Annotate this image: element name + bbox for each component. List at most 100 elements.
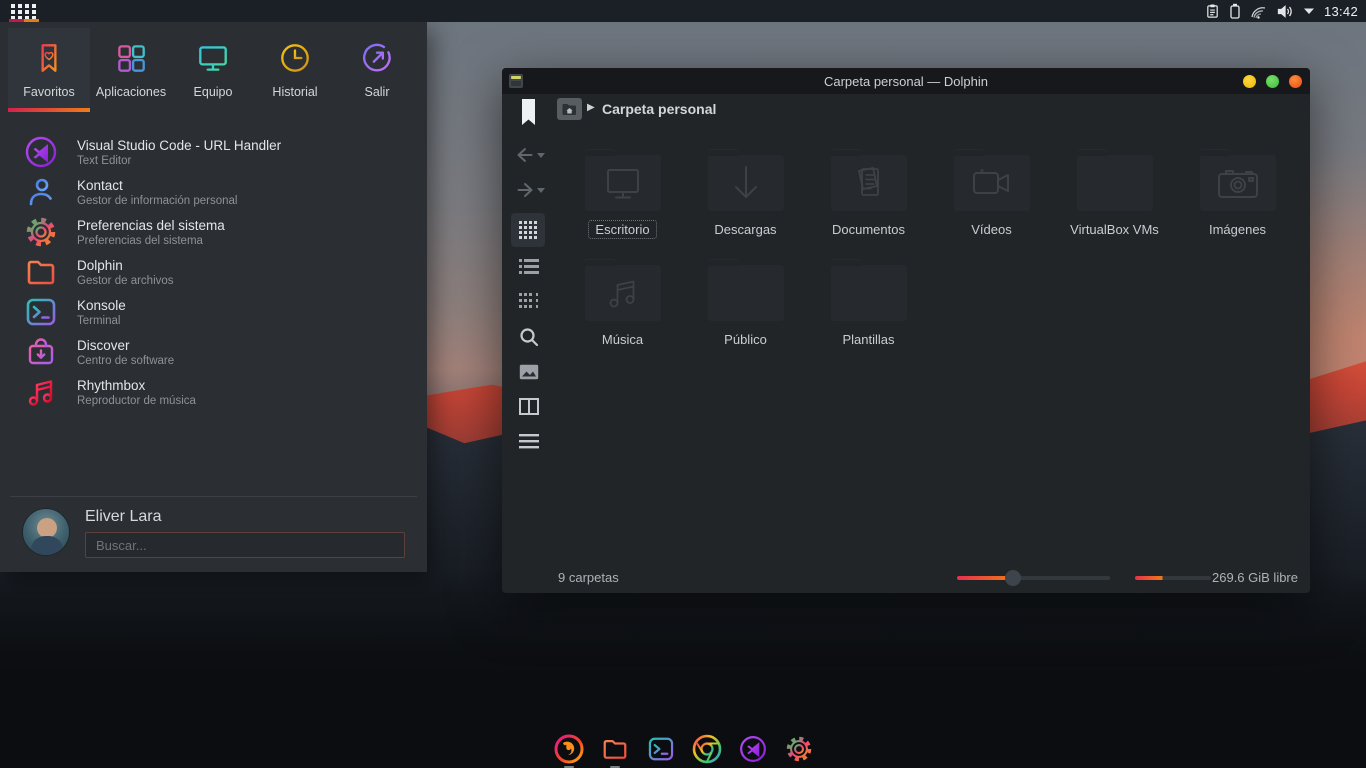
- user-name: Eliver Lara: [85, 508, 405, 526]
- bookmark-heart-icon: [31, 40, 67, 76]
- battery-icon[interactable]: [1229, 3, 1241, 19]
- menu-item-dolphin[interactable]: Dolphin Gestor de archivos: [0, 252, 427, 292]
- dolphin-folder-icon: [600, 734, 630, 764]
- settings-gear-icon: [784, 734, 814, 764]
- maximize-button[interactable]: [1266, 75, 1279, 88]
- camera-glyph-icon: [1216, 166, 1260, 200]
- compact-view-icon: [519, 293, 539, 309]
- forward-button[interactable]: [516, 182, 545, 198]
- search-button[interactable]: [519, 327, 539, 347]
- preview-button[interactable]: [519, 364, 539, 380]
- back-button[interactable]: [516, 147, 545, 163]
- tab-aplicaciones[interactable]: Aplicaciones: [90, 28, 172, 112]
- folder-icon: [1200, 155, 1276, 211]
- folder-videos[interactable]: Vídeos: [930, 148, 1053, 258]
- app-launcher-button[interactable]: [8, 0, 42, 22]
- folder-escritorio[interactable]: Escritorio: [561, 148, 684, 258]
- app-subtitle: Gestor de información personal: [77, 195, 237, 207]
- folder-grid: Escritorio Descargas Doc: [561, 148, 1299, 368]
- document-glyph-icon: [851, 163, 887, 203]
- monitor-icon: [195, 40, 231, 76]
- favorites-list: Visual Studio Code - URL Handler Text Ed…: [0, 112, 427, 412]
- app-subtitle: Preferencias del sistema: [77, 235, 225, 247]
- user-area: Eliver Lara: [0, 508, 427, 558]
- tab-historial[interactable]: Historial: [254, 28, 336, 112]
- menu-item-rhythmbox[interactable]: Rhythmbox Reproductor de música: [0, 372, 427, 412]
- app-title: Visual Studio Code - URL Handler: [77, 138, 281, 153]
- search-input[interactable]: [85, 532, 405, 558]
- menu-item-kontact[interactable]: Kontact Gestor de información personal: [0, 172, 427, 212]
- back-arrow-icon: [516, 147, 534, 163]
- tab-label: Equipo: [194, 85, 233, 99]
- app-subtitle: Terminal: [77, 315, 126, 327]
- dock-item-konsole[interactable]: [646, 734, 676, 764]
- folder-descargas[interactable]: Descargas: [684, 148, 807, 258]
- monitor-glyph-icon: [603, 165, 643, 201]
- folder-count: 9 carpetas: [558, 570, 619, 585]
- home-button[interactable]: [557, 98, 582, 120]
- folder-label: Público: [717, 330, 774, 349]
- tab-label: Historial: [272, 85, 317, 99]
- folder-publico[interactable]: Público: [684, 258, 807, 368]
- folder-icon: [1077, 155, 1153, 211]
- expand-tray-icon[interactable]: [1303, 7, 1315, 15]
- zoom-slider[interactable]: [957, 576, 1110, 580]
- dock-item-settings[interactable]: [784, 734, 814, 764]
- tab-favoritos[interactable]: Favoritos: [8, 28, 90, 112]
- menu-item-preferencias[interactable]: Preferencias del sistema Preferencias de…: [0, 212, 427, 252]
- music-note-icon: [22, 373, 60, 411]
- clipboard-icon[interactable]: [1205, 3, 1220, 19]
- tab-equipo[interactable]: Equipo: [172, 28, 254, 112]
- dock-item-chrome[interactable]: [692, 734, 722, 764]
- icons-view-button[interactable]: [511, 213, 545, 247]
- grid-squares-icon: [113, 40, 149, 76]
- firefox-icon: [554, 734, 584, 764]
- titlebar[interactable]: Carpeta personal — Dolphin: [502, 68, 1310, 94]
- tab-salir[interactable]: Salir: [336, 28, 418, 112]
- panel-clock[interactable]: 13:42: [1324, 4, 1358, 19]
- menu-item-discover[interactable]: Discover Centro de software: [0, 332, 427, 372]
- network-icon[interactable]: [1250, 4, 1268, 19]
- logout-circle-arrow-icon: [359, 40, 395, 76]
- avatar[interactable]: [22, 508, 70, 556]
- hamburger-menu-icon: [519, 434, 539, 449]
- volume-icon[interactable]: [1277, 4, 1294, 19]
- menu-divider: [10, 496, 417, 497]
- list-view-icon: [519, 258, 539, 274]
- folder-label: Escritorio: [588, 220, 656, 239]
- chrome-icon: [692, 734, 722, 764]
- minimize-button[interactable]: [1243, 75, 1256, 88]
- folder-icon: [954, 155, 1030, 211]
- dock-item-firefox[interactable]: [554, 734, 584, 764]
- folder-imagenes[interactable]: Imágenes: [1176, 148, 1299, 258]
- app-title: Discover: [77, 338, 174, 353]
- zoom-slider-knob[interactable]: [1005, 570, 1021, 586]
- folder-plantillas[interactable]: Plantillas: [807, 258, 930, 368]
- system-tray: 13:42: [1205, 3, 1358, 19]
- forward-arrow-icon: [516, 182, 534, 198]
- terminal-icon: [22, 293, 60, 331]
- folder-documentos[interactable]: Documentos: [807, 148, 930, 258]
- folder-icon: [585, 155, 661, 211]
- dock-item-vscode[interactable]: [738, 734, 768, 764]
- menu-item-vscode[interactable]: Visual Studio Code - URL Handler Text Ed…: [0, 132, 427, 172]
- bookmark-icon[interactable]: [521, 99, 536, 126]
- folder-musica[interactable]: Música: [561, 258, 684, 368]
- folder-icon: [708, 265, 784, 321]
- launcher-active-indicator: [9, 19, 39, 22]
- vscode-dock-icon: [738, 734, 768, 764]
- compact-view-button[interactable]: [519, 293, 539, 309]
- folder-virtualbox-vms[interactable]: VirtualBox VMs: [1053, 148, 1176, 258]
- vscode-icon: [22, 133, 60, 171]
- dock-item-dolphin[interactable]: [600, 734, 630, 764]
- top-panel: 13:42: [0, 0, 1366, 22]
- breadcrumb-chevron-icon: ▶: [587, 102, 595, 113]
- menu-item-konsole[interactable]: Konsole Terminal: [0, 292, 427, 332]
- breadcrumb[interactable]: Carpeta personal: [602, 101, 716, 117]
- menu-button[interactable]: [519, 434, 539, 449]
- split-view-button[interactable]: [519, 398, 539, 415]
- preview-image-icon: [519, 364, 539, 380]
- close-button[interactable]: [1289, 75, 1302, 88]
- list-view-button[interactable]: [519, 258, 539, 274]
- app-title: Dolphin: [77, 258, 174, 273]
